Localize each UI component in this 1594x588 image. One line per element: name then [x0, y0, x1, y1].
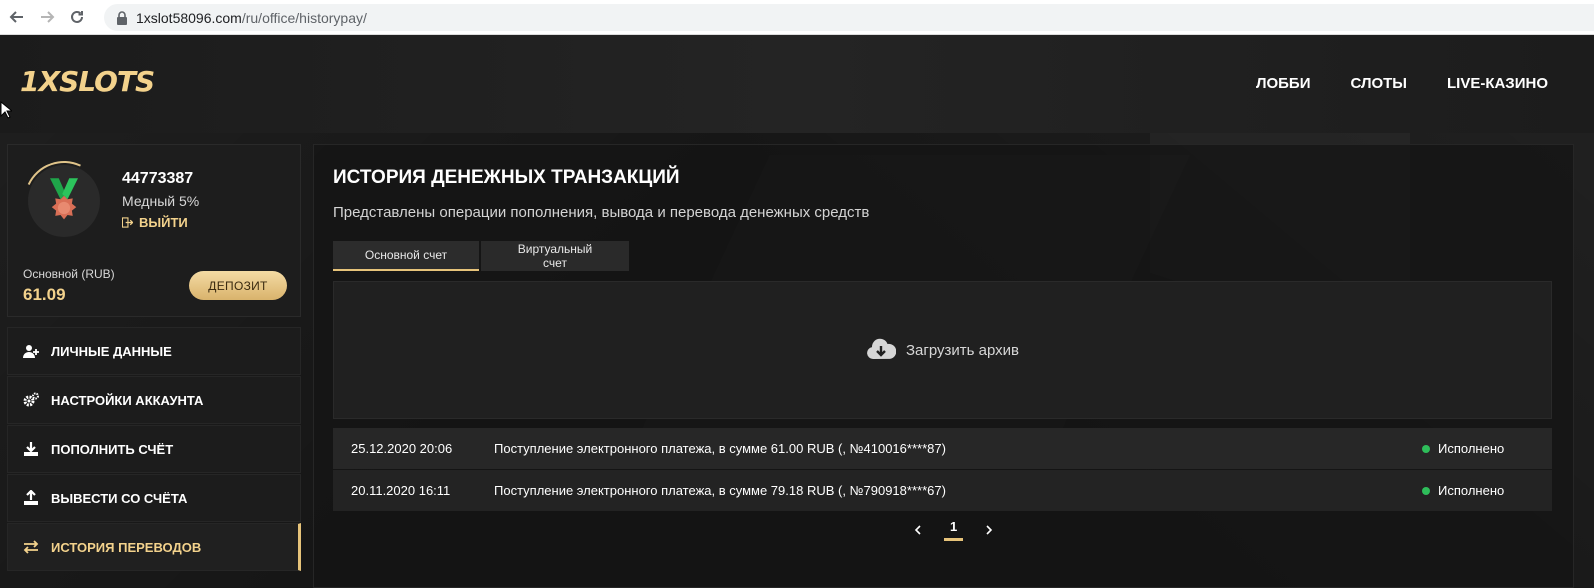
- lock-icon: [117, 10, 127, 25]
- nav-lobby[interactable]: ЛОББИ: [1256, 75, 1311, 92]
- download-icon: [22, 440, 40, 458]
- arrow-left-icon: [9, 11, 23, 23]
- nav-live-casino[interactable]: LIVE-КАЗИНО: [1447, 75, 1548, 92]
- balance-label: Основной (RUB): [23, 267, 115, 281]
- tab-main-account[interactable]: Основной счет: [333, 241, 479, 271]
- sidebar-item-label: ИСТОРИЯ ПЕРЕВОДОВ: [51, 539, 202, 555]
- user-plus-icon: [22, 342, 40, 360]
- cloud-download-icon: [867, 338, 896, 359]
- gears-icon: [22, 391, 40, 409]
- status-badge: Исполнено: [1422, 441, 1552, 456]
- status-dot-icon: [1422, 486, 1430, 495]
- sidebar-item-label: НАСТРОЙКИ АККАУНТА: [51, 392, 204, 408]
- tx-status: Исполнено: [1438, 483, 1505, 498]
- balance-value: 61.09: [23, 285, 66, 304]
- reload-button[interactable]: [64, 4, 90, 30]
- back-button[interactable]: [4, 4, 30, 30]
- tab-virtual-account[interactable]: Виртуальный счет: [481, 241, 629, 271]
- sidebar-item-transfer-history[interactable]: ИСТОРИЯ ПЕРЕВОДОВ: [7, 523, 301, 571]
- sidebar-item-label: ВЫВЕСТИ СО СЧЁТА: [51, 490, 188, 506]
- arrow-right-icon: [41, 11, 55, 23]
- url-host: 1xslot58096.com: [136, 9, 242, 26]
- deposit-button[interactable]: ДЕПОЗИТ: [189, 271, 287, 300]
- top-nav: ЛОББИ СЛОТЫ LIVE-КАЗИНО: [1256, 75, 1548, 92]
- avatar: [28, 165, 100, 237]
- logout-link[interactable]: ВЫЙТИ: [122, 215, 188, 230]
- logout-label: ВЫЙТИ: [139, 215, 188, 230]
- page-subtitle: Представлены операции пополнения, вывода…: [333, 204, 870, 221]
- sidebar-item-account-settings[interactable]: НАСТРОЙКИ АККАУНТА: [7, 376, 301, 424]
- logo-text: 1XSLOTS: [20, 65, 155, 98]
- tx-status: Исполнено: [1438, 441, 1505, 456]
- sidebar-item-deposit[interactable]: ПОПОЛНИТЬ СЧЁТ: [7, 425, 301, 473]
- table-row: 20.11.2020 16:11 Поступление электронног…: [333, 470, 1552, 511]
- page-number-current[interactable]: 1: [944, 519, 964, 541]
- upload-icon: [22, 489, 40, 507]
- logout-icon: [122, 217, 133, 228]
- download-archive-button[interactable]: Загрузить архив: [333, 281, 1552, 419]
- status-badge: Исполнено: [1422, 483, 1552, 498]
- address-bar[interactable]: 1xslot58096.com/ru/office/historypay/: [104, 4, 1594, 31]
- tx-description: Поступление электронного платежа, в сумм…: [494, 483, 946, 498]
- user-level: Медный 5%: [122, 193, 200, 209]
- url-path: /ru/office/historypay/: [241, 9, 367, 26]
- nav-slots[interactable]: СЛОТЫ: [1350, 75, 1407, 92]
- chevron-left-icon: [914, 525, 921, 535]
- chevron-right-icon: [986, 525, 993, 535]
- copper-medal-icon: [50, 178, 78, 220]
- tx-date: 20.11.2020 16:11: [351, 483, 451, 498]
- account-tabs: Основной счет Виртуальный счет: [333, 241, 629, 271]
- transfer-arrows-icon: [22, 538, 40, 556]
- next-page-button[interactable]: [983, 524, 995, 536]
- browser-toolbar: 1xslot58096.com/ru/office/historypay/: [0, 0, 1594, 35]
- archive-label: Загрузить архив: [905, 341, 1020, 359]
- site-logo[interactable]: 1XSLOTS: [20, 65, 155, 99]
- tx-description: Поступление электронного платежа, в сумм…: [494, 441, 946, 456]
- status-dot-icon: [1422, 444, 1430, 453]
- page-title: ИСТОРИЯ ДЕНЕЖНЫХ ТРАНЗАКЦИЙ: [333, 167, 680, 188]
- sidebar-item-withdraw[interactable]: ВЫВЕСТИ СО СЧЁТА: [7, 474, 301, 522]
- site-viewport: 1XSLOTS ЛОББИ СЛОТЫ LIVE-КАЗИНО 44773387…: [0, 35, 1594, 588]
- mouse-cursor-icon: [0, 101, 12, 119]
- transactions-table: 25.12.2020 20:06 Поступление электронног…: [333, 428, 1552, 512]
- user-id: 44773387: [122, 170, 194, 187]
- sidebar-item-personal-data[interactable]: ЛИЧНЫЕ ДАННЫЕ: [7, 327, 301, 375]
- table-row: 25.12.2020 20:06 Поступление электронног…: [333, 428, 1552, 469]
- forward-button[interactable]: [34, 4, 60, 30]
- sidebar-item-label: ЛИЧНЫЕ ДАННЫЕ: [51, 343, 172, 359]
- sidebar-item-label: ПОПОЛНИТЬ СЧЁТ: [51, 441, 174, 457]
- tx-date: 25.12.2020 20:06: [351, 441, 453, 456]
- reload-icon: [71, 10, 83, 23]
- prev-page-button[interactable]: [912, 524, 924, 536]
- transactions-panel: ИСТОРИЯ ДЕНЕЖНЫХ ТРАНЗАКЦИЙ Представлены…: [313, 144, 1574, 588]
- sidebar-menu: ЛИЧНЫЕ ДАННЫЕ НАСТРОЙКИ АККАУНТА ПОПОЛНИ…: [7, 327, 301, 572]
- profile-card: 44773387 Медный 5% ВЫЙТИ Основной (RUB) …: [7, 144, 301, 317]
- pagination: 1: [912, 519, 995, 541]
- site-header: 1XSLOTS ЛОББИ СЛОТЫ LIVE-КАЗИНО: [0, 35, 1594, 133]
